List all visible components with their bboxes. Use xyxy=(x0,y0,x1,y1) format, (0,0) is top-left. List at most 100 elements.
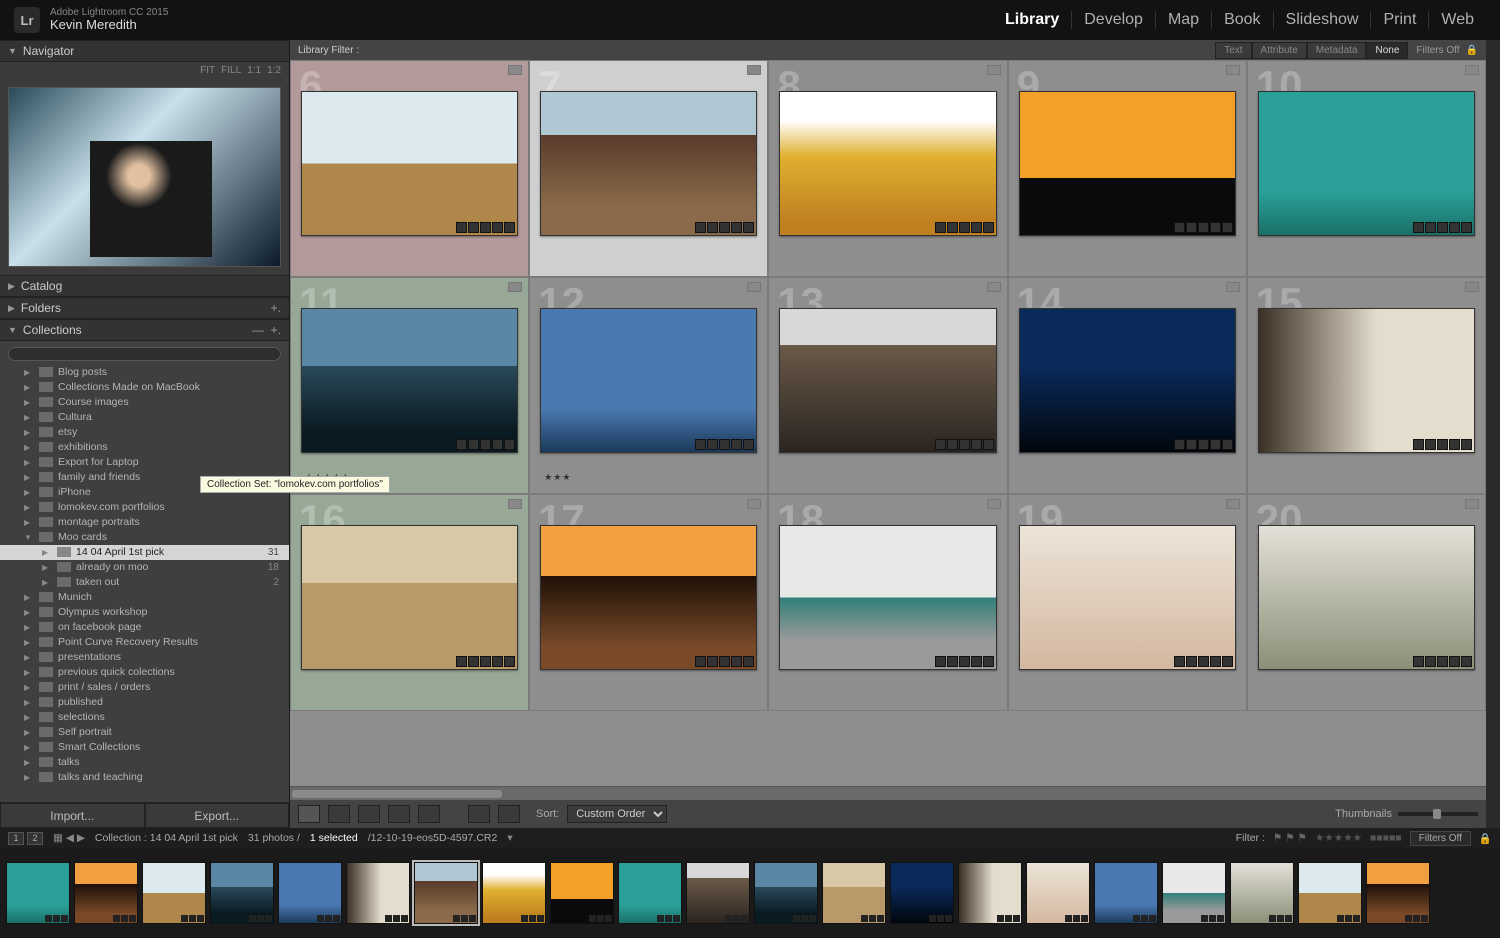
filmstrip-thumb[interactable] xyxy=(890,862,954,924)
cell-expand-icon[interactable] xyxy=(1465,282,1479,292)
grid-cell[interactable]: 18 xyxy=(768,494,1007,711)
filmstrip-filters-off-button[interactable]: Filters Off xyxy=(1410,831,1471,846)
nav-zoom-FILL[interactable]: FILL xyxy=(221,65,241,76)
filmstrip-thumb[interactable] xyxy=(210,862,274,924)
filmstrip-thumb[interactable] xyxy=(1366,862,1430,924)
collection-item[interactable]: ▶print / sales / orders xyxy=(0,680,289,695)
thumbnail-image[interactable] xyxy=(540,525,757,670)
collection-item[interactable]: ▶Export for Laptop xyxy=(0,455,289,470)
collection-item[interactable]: ▶Self portrait xyxy=(0,725,289,740)
thumbnail-image[interactable] xyxy=(779,308,996,453)
cell-expand-icon[interactable] xyxy=(1226,282,1240,292)
filter-lock-icon[interactable]: 🔒 xyxy=(1479,832,1492,845)
collection-item[interactable]: ▶Course images xyxy=(0,395,289,410)
filmstrip-thumb[interactable] xyxy=(1298,862,1362,924)
grid-cell[interactable]: 8 xyxy=(768,60,1007,277)
nav-zoom-FIT[interactable]: FIT xyxy=(200,65,215,76)
color-filter[interactable]: ■■■■■ xyxy=(1370,832,1402,844)
painter-tool-button[interactable] xyxy=(468,805,490,823)
export-button[interactable]: Export... xyxy=(145,803,290,828)
navigator-zoom-levels[interactable]: FITFILL1:11:2 xyxy=(0,62,289,79)
import-button[interactable]: Import... xyxy=(0,803,145,828)
filter-tab-none[interactable]: None xyxy=(1366,42,1408,59)
thumbnail-image[interactable] xyxy=(301,308,518,453)
filmstrip-thumb[interactable] xyxy=(346,862,410,924)
module-map[interactable]: Map xyxy=(1155,11,1211,29)
collection-item[interactable]: ▶etsy xyxy=(0,425,289,440)
collection-item[interactable]: ▶Cultura xyxy=(0,410,289,425)
loupe-view-button[interactable] xyxy=(328,805,350,823)
grid-cell[interactable]: 10 xyxy=(1247,60,1486,277)
display-toggle-1[interactable]: 1 xyxy=(8,832,24,845)
filter-tab-metadata[interactable]: Metadata xyxy=(1307,42,1367,59)
collection-item[interactable]: ▶on facebook page xyxy=(0,620,289,635)
thumbnail-image[interactable] xyxy=(1258,91,1475,236)
collection-item[interactable]: ▶talks xyxy=(0,755,289,770)
cell-expand-icon[interactable] xyxy=(987,499,1001,509)
catalog-header[interactable]: ▶ Catalog xyxy=(0,275,289,297)
collection-item[interactable]: ▶lomokev.com portfolios xyxy=(0,500,289,515)
lock-icon[interactable]: 🔒 xyxy=(1466,45,1478,56)
cell-expand-icon[interactable] xyxy=(747,282,761,292)
navigator-header[interactable]: ▼ Navigator xyxy=(0,40,289,62)
thumbnail-image[interactable] xyxy=(301,525,518,670)
filters-off-label[interactable]: Filters Off xyxy=(1416,45,1459,56)
collection-item[interactable]: ▼Moo cards xyxy=(0,530,289,545)
collection-item[interactable]: ▶14 04 April 1st pick31 xyxy=(0,545,289,560)
compare-view-button[interactable] xyxy=(358,805,380,823)
filmstrip-thumb[interactable] xyxy=(142,862,206,924)
folders-header[interactable]: ▶ Folders +. xyxy=(0,297,289,319)
module-slideshow[interactable]: Slideshow xyxy=(1273,11,1371,29)
cell-expand-icon[interactable] xyxy=(1226,65,1240,75)
thumbnail-image[interactable] xyxy=(1258,308,1475,453)
grid-cell[interactable]: 14 xyxy=(1008,277,1247,494)
grid-nav-icons[interactable]: ▦ ◀ ▶ xyxy=(53,832,85,844)
thumbnail-image[interactable] xyxy=(1019,91,1236,236)
collection-item[interactable]: ▶published xyxy=(0,695,289,710)
grid-cell[interactable]: 15 xyxy=(1247,277,1486,494)
add-collection-icon[interactable]: — +. xyxy=(252,323,281,337)
thumbnail-image[interactable] xyxy=(779,525,996,670)
module-book[interactable]: Book xyxy=(1211,11,1272,29)
collection-item[interactable]: ▶exhibitions xyxy=(0,440,289,455)
cell-expand-icon[interactable] xyxy=(508,65,522,75)
collection-item[interactable]: ▶montage portraits xyxy=(0,515,289,530)
add-folder-icon[interactable]: +. xyxy=(271,301,281,315)
collection-item[interactable]: ▶selections xyxy=(0,710,289,725)
grid-cell[interactable]: 16 xyxy=(290,494,529,711)
filmstrip-thumb[interactable] xyxy=(74,862,138,924)
collection-item[interactable]: ▶Collections Made on MacBook xyxy=(0,380,289,395)
filmstrip-thumb[interactable] xyxy=(1094,862,1158,924)
filmstrip-thumb[interactable] xyxy=(618,862,682,924)
cell-expand-icon[interactable] xyxy=(987,65,1001,75)
people-view-button[interactable] xyxy=(418,805,440,823)
grid-cell[interactable]: 17 xyxy=(529,494,768,711)
thumbnail-image[interactable] xyxy=(540,91,757,236)
grid-cell[interactable]: 11★★★★★ xyxy=(290,277,529,494)
filmstrip-thumb[interactable] xyxy=(6,862,70,924)
grid-cell[interactable]: 12★★★ xyxy=(529,277,768,494)
filmstrip-thumb[interactable] xyxy=(482,862,546,924)
display-toggle-2[interactable]: 2 xyxy=(27,832,43,845)
navigator-preview[interactable] xyxy=(0,79,289,275)
collection-item[interactable]: ▶talks and teaching xyxy=(0,770,289,785)
grid-cell[interactable]: 9 xyxy=(1008,60,1247,277)
collection-item[interactable]: ▶previous quick colections xyxy=(0,665,289,680)
cell-expand-icon[interactable] xyxy=(1226,499,1240,509)
filmstrip-thumb[interactable] xyxy=(1230,862,1294,924)
cell-expand-icon[interactable] xyxy=(1465,65,1479,75)
thumbnail-image[interactable] xyxy=(1019,308,1236,453)
filmstrip[interactable] xyxy=(0,848,1500,938)
cell-expand-icon[interactable] xyxy=(508,282,522,292)
nav-zoom-1-2[interactable]: 1:2 xyxy=(267,65,281,76)
module-print[interactable]: Print xyxy=(1370,11,1428,29)
collection-item[interactable]: ▶Olympus workshop xyxy=(0,605,289,620)
filmstrip-thumb[interactable] xyxy=(958,862,1022,924)
collection-item[interactable]: ▶Point Curve Recovery Results xyxy=(0,635,289,650)
secondary-display-toggles[interactable]: 12 xyxy=(8,832,43,845)
collection-item[interactable]: ▶Blog posts xyxy=(0,365,289,380)
sort-select[interactable]: Custom Order xyxy=(567,805,667,823)
filmstrip-thumb[interactable] xyxy=(754,862,818,924)
thumbnail-image[interactable] xyxy=(301,91,518,236)
collection-item[interactable]: ▶taken out2 xyxy=(0,575,289,590)
